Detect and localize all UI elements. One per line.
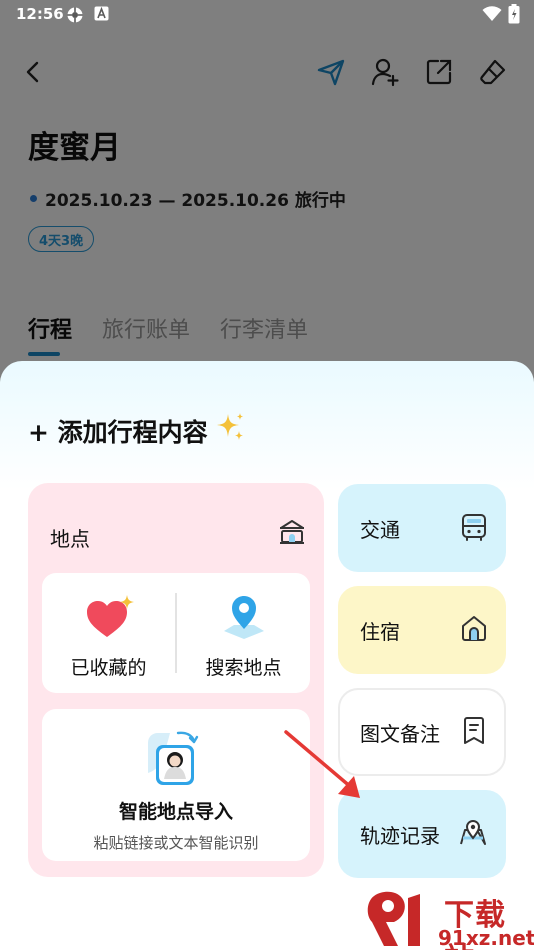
- place-label: 地点: [50, 527, 90, 551]
- sparkle-icon: [214, 411, 246, 450]
- app-notification-icon: [94, 6, 109, 25]
- watermark-logo-icon: [364, 888, 436, 950]
- place-card: 地点 已收藏的 搜索地点 智能地点导入 粘贴链接或文本智能识别: [28, 483, 324, 877]
- track-record-label: 轨迹记录: [360, 824, 440, 848]
- lodging-label: 住宿: [360, 620, 400, 644]
- bookmark-note-icon: [462, 716, 486, 750]
- wifi-icon: [482, 6, 502, 26]
- heart-icon: [81, 593, 137, 643]
- map-location-icon: [458, 818, 488, 852]
- place-building-icon: [278, 519, 306, 549]
- house-icon: [460, 614, 488, 646]
- battery-icon: [508, 4, 520, 28]
- status-bar: 12:56: [0, 0, 534, 28]
- smart-import-illustration-icon: [142, 727, 206, 795]
- favorites-label: 已收藏的: [70, 657, 147, 679]
- annotation-arrow: [284, 730, 360, 798]
- sync-icon: [66, 6, 84, 28]
- transport-button[interactable]: 交通: [338, 484, 506, 572]
- sheet-title-text: + 添加行程内容: [28, 417, 208, 447]
- lodging-button[interactable]: 住宿: [338, 586, 506, 674]
- note-label: 图文备注: [360, 722, 440, 746]
- watermark-url: 91xz.net: [438, 926, 534, 950]
- add-content-sheet: + 添加行程内容 地点 已收藏的 搜索地点 智能地点导入 粘贴链接或文本智能识别…: [0, 361, 534, 950]
- watermark: 下载站 91xz.net: [364, 888, 534, 950]
- smart-import-subtitle: 粘贴链接或文本智能识别: [93, 834, 259, 852]
- favorites-button[interactable]: 已收藏的: [42, 573, 175, 693]
- place-options: 已收藏的 搜索地点: [42, 573, 310, 693]
- sheet-title: + 添加行程内容: [28, 411, 246, 450]
- status-time: 12:56: [16, 5, 64, 23]
- transport-label: 交通: [360, 518, 400, 542]
- bus-icon: [460, 512, 488, 546]
- map-pin-icon: [220, 593, 268, 643]
- smart-import-title: 智能地点导入: [118, 801, 233, 823]
- search-place-button[interactable]: 搜索地点: [177, 573, 310, 693]
- smart-import-button[interactable]: 智能地点导入 粘贴链接或文本智能识别: [42, 709, 310, 861]
- search-place-label: 搜索地点: [205, 657, 282, 679]
